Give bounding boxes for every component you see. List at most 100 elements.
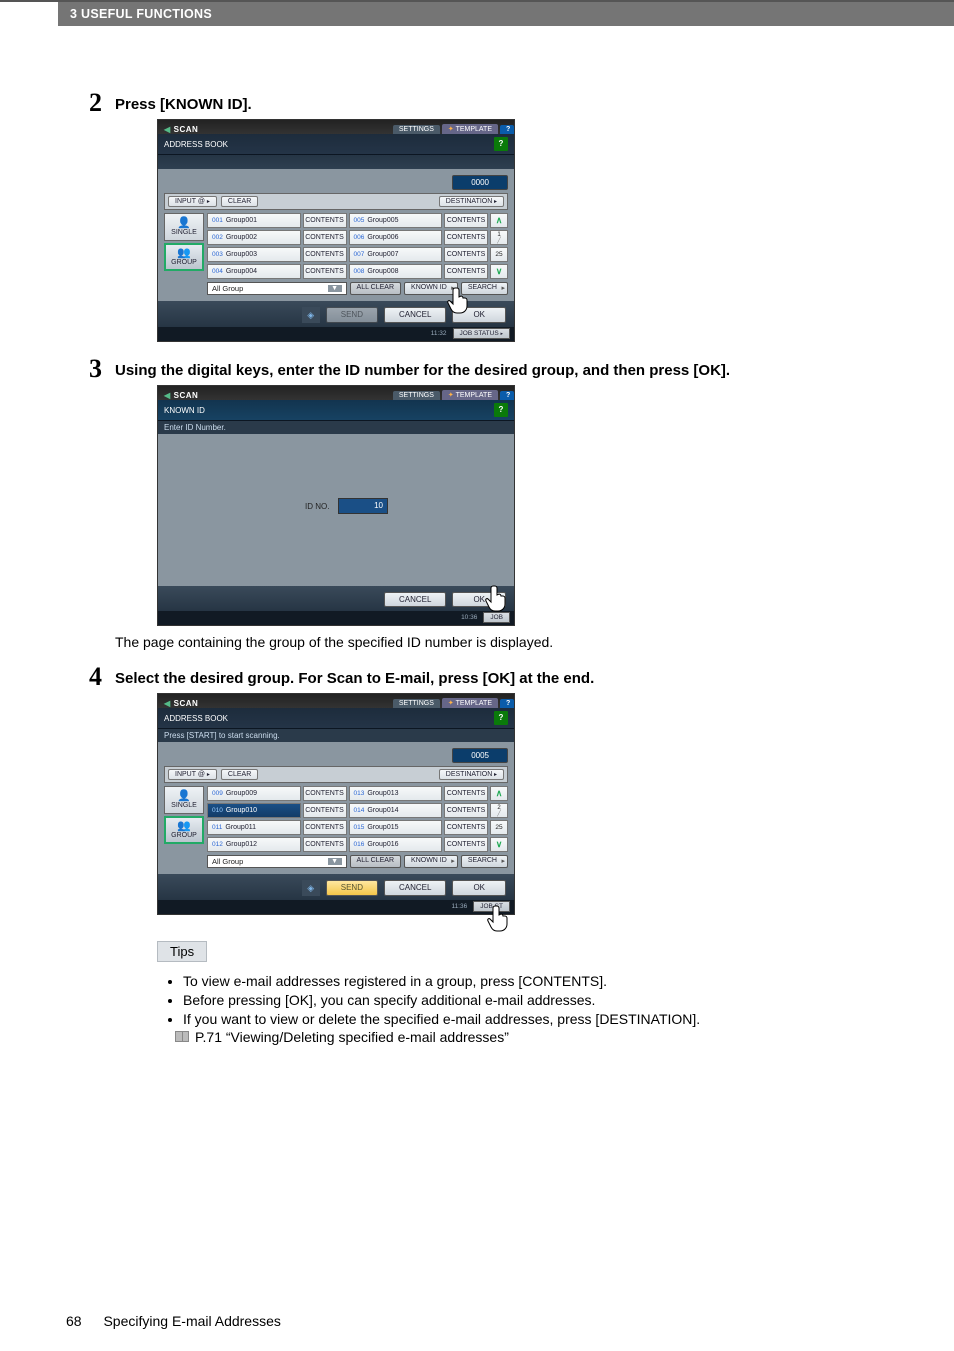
help-icon[interactable]: ? (494, 403, 508, 417)
group-item[interactable]: 011Group011 (207, 820, 301, 835)
all-clear-button[interactable]: ALL CLEAR (350, 855, 401, 868)
group-item[interactable]: 014Group014 (349, 803, 443, 818)
id-no-field[interactable]: 10 (338, 498, 388, 514)
send-button[interactable]: SEND (326, 880, 378, 896)
contents-button[interactable]: CONTENTS (303, 803, 347, 818)
cancel-button[interactable]: CANCEL (384, 592, 446, 607)
contents-button[interactable]: CONTENTS (303, 213, 347, 228)
mfp-panel-known-id: ◀SCAN SETTINGS ✦ TEMPLATE ? KNOWN ID ? E… (157, 385, 515, 626)
destination-button[interactable]: DESTINATION ▸ (439, 196, 504, 207)
scroll-down-icon[interactable]: ∨ (490, 837, 508, 852)
contents-button[interactable]: CONTENTS (444, 230, 488, 245)
timestamp: 11:32 (431, 330, 447, 337)
step-4: 4 Select the desired group. For Scan to … (115, 670, 954, 1045)
group-item[interactable]: 016Group016 (349, 837, 443, 852)
job-status-button[interactable]: JOB (483, 612, 510, 623)
tips-list: To view e-mail addresses registered in a… (165, 972, 954, 1029)
toolbar: INPUT @ ▸ CLEAR DESTINATION ▸ (164, 193, 508, 210)
start-note: Press [START] to start scanning. (158, 729, 514, 742)
clear-button[interactable]: CLEAR (221, 769, 258, 780)
panel-subbar: KNOWN ID ? (158, 400, 514, 421)
send-button[interactable]: SEND (326, 307, 378, 323)
contents-button[interactable]: CONTENTS (303, 786, 347, 801)
group-item[interactable]: 003Group003 (207, 247, 301, 262)
contents-button[interactable]: CONTENTS (444, 803, 488, 818)
panel-topbar: ◀SCAN SETTINGS ✦ TEMPLATE ? (158, 120, 514, 134)
tab-settings[interactable]: SETTINGS (393, 391, 440, 400)
contents-button[interactable]: CONTENTS (444, 820, 488, 835)
group-item[interactable]: 004Group004 (207, 264, 301, 279)
tab-template[interactable]: ✦ TEMPLATE (442, 698, 498, 708)
tab-settings[interactable]: SETTINGS (393, 699, 440, 708)
contents-button[interactable]: CONTENTS (444, 837, 488, 852)
cross-reference-text: P.71 “Viewing/Deleting specified e-mail … (195, 1029, 509, 1045)
scroll-up-icon[interactable]: ∧ (490, 786, 508, 801)
group-filter-dropdown[interactable]: All Group▼ (207, 855, 347, 868)
group-item[interactable]: 001Group001 (207, 213, 301, 228)
group-item[interactable]: 012Group012 (207, 837, 301, 852)
clear-button[interactable]: CLEAR (221, 196, 258, 207)
contents-button[interactable]: CONTENTS (303, 247, 347, 262)
group-item[interactable]: 005Group005 (349, 213, 443, 228)
group-item[interactable]: 006Group006 (349, 230, 443, 245)
tip-item: Before pressing [OK], you can specify ad… (183, 991, 954, 1010)
search-button[interactable]: SEARCH (461, 855, 508, 868)
step-title: Press [KNOWN ID]. (115, 96, 954, 113)
help-icon[interactable]: ? (494, 137, 508, 151)
group-item[interactable]: 013Group013 (349, 786, 443, 801)
addressbook-label: ADDRESS BOOK (164, 140, 228, 149)
tab-help[interactable]: ? (500, 125, 514, 134)
tab-help[interactable]: ? (500, 391, 514, 400)
cancel-button[interactable]: CANCEL (384, 880, 446, 896)
tab-template[interactable]: ✦ TEMPLATE (442, 390, 498, 400)
group-item[interactable]: 002Group002 (207, 230, 301, 245)
panel-title: SCAN (174, 699, 199, 708)
group-item[interactable]: 015Group015 (349, 820, 443, 835)
page-number: 68 (66, 1313, 82, 1329)
input-at-button[interactable]: INPUT @ ▸ (168, 769, 217, 780)
cancel-button[interactable]: CANCEL (384, 307, 446, 323)
step-2: 2 Press [KNOWN ID]. ◀SCAN SETTINGS ✦ TEM… (115, 96, 954, 342)
tab-template[interactable]: ✦ TEMPLATE (442, 124, 498, 134)
group-grid: 👤SINGLE 👥GROUP 001Group001 CONTENTS 005G… (164, 213, 508, 279)
scroll-down-icon[interactable]: ∨ (490, 264, 508, 279)
scroll-up-icon[interactable]: ∧ (490, 213, 508, 228)
tips-label: Tips (157, 941, 207, 962)
contents-button[interactable]: CONTENTS (444, 213, 488, 228)
step-number: 3 (89, 354, 102, 384)
tab-group[interactable]: 👥GROUP (164, 243, 204, 271)
group-item[interactable]: 007Group007 (349, 247, 443, 262)
tab-help[interactable]: ? (500, 699, 514, 708)
book-icon (175, 1031, 189, 1042)
ok-button[interactable]: OK (452, 880, 506, 896)
tab-single[interactable]: 👤SINGLE (164, 786, 204, 814)
tab-settings[interactable]: SETTINGS (393, 125, 440, 134)
group-filter-dropdown[interactable]: All Group▼ (207, 282, 347, 295)
contents-button[interactable]: CONTENTS (444, 264, 488, 279)
selection-count: 0005 (452, 748, 508, 763)
contents-button[interactable]: CONTENTS (303, 837, 347, 852)
mfp-panel-addressbook-2: ◀SCAN SETTINGS ✦ TEMPLATE ? ADDRESS BOOK… (157, 693, 515, 915)
input-at-button[interactable]: INPUT @ ▸ (168, 196, 217, 207)
panel-subbar: ADDRESS BOOK ? (158, 708, 514, 729)
group-item[interactable]: 009Group009 (207, 786, 301, 801)
step-description: The page containing the group of the spe… (115, 634, 954, 650)
known-id-button[interactable]: KNOWN ID (404, 855, 458, 868)
destination-button[interactable]: DESTINATION ▸ (439, 769, 504, 780)
group-item[interactable]: 008Group008 (349, 264, 443, 279)
tab-group[interactable]: 👥GROUP (164, 816, 204, 844)
contents-button[interactable]: CONTENTS (303, 264, 347, 279)
panel-topbar: ◀SCAN SETTINGS ✦ TEMPLATE ? (158, 386, 514, 400)
contents-button[interactable]: CONTENTS (444, 247, 488, 262)
contents-button[interactable]: CONTENTS (303, 820, 347, 835)
tab-single[interactable]: 👤SINGLE (164, 213, 204, 241)
group-item-selected[interactable]: 010Group010 (207, 803, 301, 818)
step-number: 4 (89, 662, 102, 692)
contents-button[interactable]: CONTENTS (444, 786, 488, 801)
help-icon[interactable]: ? (494, 711, 508, 725)
job-status-button[interactable]: JOB STATUS ▸ (453, 328, 510, 339)
timestamp: 10:36 (461, 614, 477, 621)
all-clear-button[interactable]: ALL CLEAR (350, 282, 401, 295)
contents-button[interactable]: CONTENTS (303, 230, 347, 245)
timestamp: 11:36 (451, 903, 467, 910)
